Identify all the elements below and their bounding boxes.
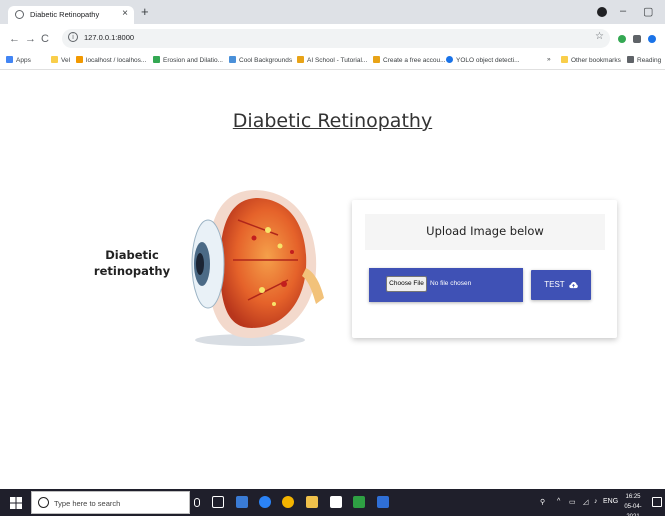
windows-taskbar: Type here to search ⚲ ^ ▭ ◿ ♪ ENG 16:25 … [0, 489, 665, 516]
bookmark-vel[interactable]: Vel [51, 56, 70, 64]
tab-close-icon[interactable]: × [122, 8, 128, 19]
bookmarks-bar: Apps Vel localhost / localhos... Erosion… [0, 52, 665, 70]
forward-icon[interactable]: → [25, 33, 36, 45]
task-view-icon[interactable] [212, 496, 224, 508]
choose-file-button[interactable]: Choose File [386, 276, 427, 292]
windows-start-icon[interactable] [10, 497, 22, 509]
cortana-circle-icon [38, 497, 49, 508]
upload-card: Upload Image below Choose File No file c… [352, 200, 617, 338]
bookmark-yolo[interactable]: YOLO object detecti... [446, 56, 520, 64]
app-icon[interactable] [353, 496, 365, 508]
eye-caption-line2: retinopathy [93, 264, 171, 278]
page-title: Diabetic Retinopathy [232, 110, 433, 132]
tab-title: Diabetic Retinopathy [30, 10, 100, 19]
file-explorer-icon[interactable] [306, 496, 318, 508]
bookmark-erosion[interactable]: Erosion and Dilatio... [153, 56, 223, 64]
extension-icon[interactable] [618, 35, 626, 43]
maximize-icon[interactable]: ▢ [643, 5, 653, 18]
volume-icon[interactable]: ♪ [594, 498, 598, 505]
folder-icon [561, 56, 568, 63]
notification-icon[interactable] [652, 497, 662, 507]
profile-avatar-icon[interactable] [648, 35, 656, 43]
new-tab-button[interactable]: + [141, 5, 149, 19]
tray-chevron-icon[interactable]: ^ [557, 498, 560, 505]
screen: Diabetic Retinopathy × + – ▢ ← → C i 127… [0, 0, 665, 516]
reading-list[interactable]: Reading [627, 56, 661, 64]
bookmark-apps[interactable]: Apps [6, 56, 31, 64]
eye-caption-line1: Diabetic [105, 248, 159, 262]
taskbar-search-placeholder: Type here to search [54, 499, 121, 508]
language-indicator[interactable]: ENG [603, 498, 618, 505]
battery-icon[interactable]: ▭ [569, 498, 576, 506]
puzzle-icon[interactable] [633, 35, 641, 43]
phpmyadmin-icon [76, 56, 83, 63]
app-icon-blue[interactable] [377, 496, 389, 508]
apps-grid-icon [6, 56, 13, 63]
eye-illustration [191, 190, 324, 346]
test-button-label: TEST [544, 280, 565, 289]
microphone-icon[interactable] [194, 498, 200, 507]
back-icon[interactable]: ← [9, 33, 20, 45]
no-file-text: No file chosen [430, 280, 472, 287]
microsoft-icon [297, 56, 304, 63]
opencv-icon [153, 56, 160, 63]
people-icon[interactable]: ⚲ [540, 498, 545, 506]
address-bar[interactable]: i 127.0.0.1:8000 ☆ [62, 29, 610, 48]
bookmarks-overflow-button[interactable]: » [547, 56, 551, 63]
other-bookmarks[interactable]: Other bookmarks [561, 56, 621, 64]
address-url: 127.0.0.1:8000 [84, 33, 135, 42]
edge-icon[interactable] [259, 496, 271, 508]
bookmark-create-account[interactable]: Create a free accou... [373, 56, 446, 64]
microsoft-icon [373, 56, 380, 63]
mail-icon[interactable] [236, 496, 248, 508]
test-button[interactable]: TEST [531, 270, 591, 300]
site-icon [446, 56, 453, 63]
network-icon[interactable]: ◿ [583, 498, 588, 506]
browser-tab[interactable]: Diabetic Retinopathy × [8, 6, 134, 24]
site-info-icon[interactable]: i [68, 32, 78, 42]
bookmark-localhost[interactable]: localhost / localhos... [76, 56, 146, 64]
eye-caption: Diabetic retinopathy [92, 247, 172, 279]
minimize-icon[interactable]: – [620, 5, 626, 17]
site-icon [229, 56, 236, 63]
clock-time: 16:25 [625, 494, 641, 500]
taskbar-search-input[interactable]: Type here to search [31, 491, 190, 514]
tab-favicon-icon [15, 10, 24, 19]
bookmark-star-icon[interactable]: ☆ [595, 31, 604, 42]
page-content: Diabetic Retinopathy Diabetic retinopath… [0, 70, 665, 489]
store-icon[interactable] [330, 496, 342, 508]
upload-card-title: Upload Image below [426, 224, 544, 238]
upload-card-header: Upload Image below [365, 214, 605, 250]
cloud-upload-icon [569, 281, 578, 289]
chrome-icon[interactable] [282, 496, 294, 508]
folder-icon [51, 56, 58, 63]
browser-tab-strip: Diabetic Retinopathy × + – ▢ [0, 0, 665, 24]
file-input-area[interactable]: Choose File No file chosen [369, 268, 523, 302]
clock-date: 05-04-2021 [624, 504, 642, 516]
bookmark-cool-backgrounds[interactable]: Cool Backgrounds [229, 56, 292, 64]
profile-icon[interactable] [597, 7, 607, 17]
taskbar-clock[interactable]: 16:25 05-04-2021 [618, 492, 648, 516]
reload-icon[interactable]: C [41, 33, 49, 45]
reading-list-icon [627, 56, 634, 63]
bookmark-ai-school[interactable]: AI School - Tutorial... [297, 56, 367, 64]
